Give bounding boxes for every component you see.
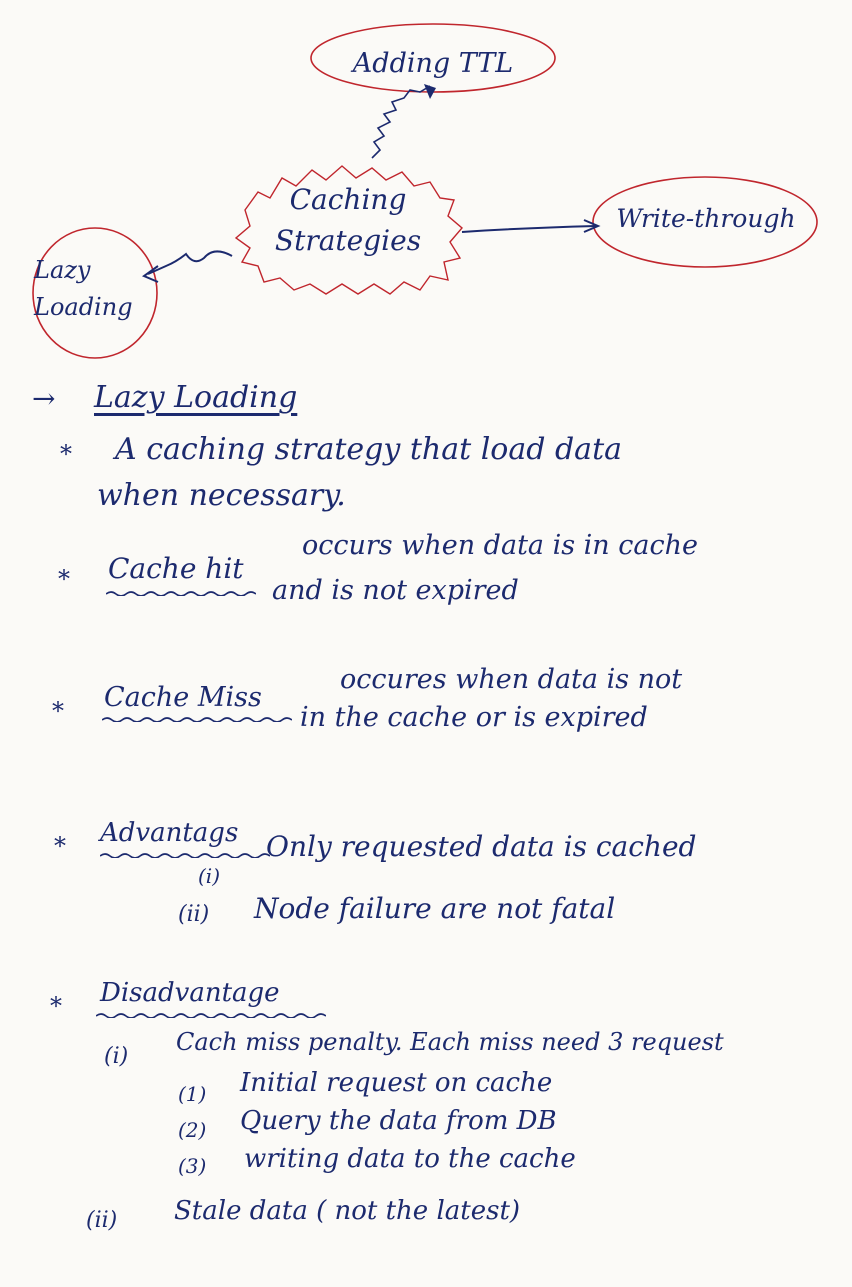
disadvantage-1-number: (i) [104, 1044, 129, 1069]
right-node-label: Write-through [616, 204, 796, 233]
cache-hit-term: Cache hit [108, 552, 244, 585]
definition-line-2: when necessary. [97, 478, 346, 513]
bullet-cache-hit: * [58, 565, 70, 593]
cache-hit-wavy-underline [106, 591, 256, 596]
disadvantage-sub-2-number: (2) [178, 1118, 207, 1142]
arrow-to-right [461, 225, 597, 233]
advantage-1-text: Only requested data is cached [266, 830, 697, 863]
cache-miss-term: Cache Miss [104, 682, 262, 713]
bullet-advantages: * [54, 832, 66, 860]
advantage-1-number: (i) [198, 864, 221, 888]
bullet-definition: * [60, 440, 72, 468]
disadvantage-sub-3-number: (3) [178, 1154, 207, 1178]
advantage-2-text: Node failure are not fatal [254, 892, 616, 925]
disadvantage-sub-3-text: writing data to the cache [244, 1144, 576, 1174]
disadvantage-sub-1-number: (1) [178, 1082, 207, 1106]
advantages-term: Advantags [100, 818, 239, 848]
heading-arrow: → [32, 382, 56, 415]
disadvantage-sub-1-text: Initial request on cache [240, 1068, 553, 1098]
disadvantage-1-text: Cach miss penalty. Each miss need 3 requ… [176, 1028, 724, 1056]
left-node-label: Lazy Loading [34, 256, 133, 322]
arrow-to-left [147, 250, 233, 275]
bullet-disadvantages: * [50, 992, 62, 1020]
top-node-label: Adding TTL [352, 48, 514, 79]
disadvantages-wavy-underline [96, 1013, 326, 1018]
center-node-label: Caching Strategies [274, 183, 422, 257]
cache-miss-line-2: in the cache or is expired [300, 702, 648, 733]
disadvantage-2-text: Stale data ( not the latest) [174, 1196, 521, 1226]
cache-hit-line-2: and is not expired [272, 575, 519, 606]
arrow-to-top [371, 85, 431, 159]
bullet-cache-miss: * [52, 697, 64, 725]
disadvantage-2-number: (ii) [86, 1208, 118, 1233]
disadvantage-sub-2-text: Query the data from DB [240, 1106, 557, 1136]
cache-hit-line-1: occurs when data is in cache [302, 530, 698, 561]
definition-line-1: A caching strategy that load data [115, 432, 623, 467]
cache-miss-wavy-underline [102, 717, 292, 722]
section-heading: Lazy Loading [94, 380, 298, 415]
advantage-2-number: (ii) [178, 902, 210, 927]
advantages-wavy-underline [100, 853, 270, 858]
notebook-page: Adding TTL Caching Strategies Write-thro… [0, 0, 852, 1287]
cache-miss-line-1: occures when data is not [340, 664, 683, 695]
disadvantages-term: Disadvantage [100, 978, 280, 1008]
